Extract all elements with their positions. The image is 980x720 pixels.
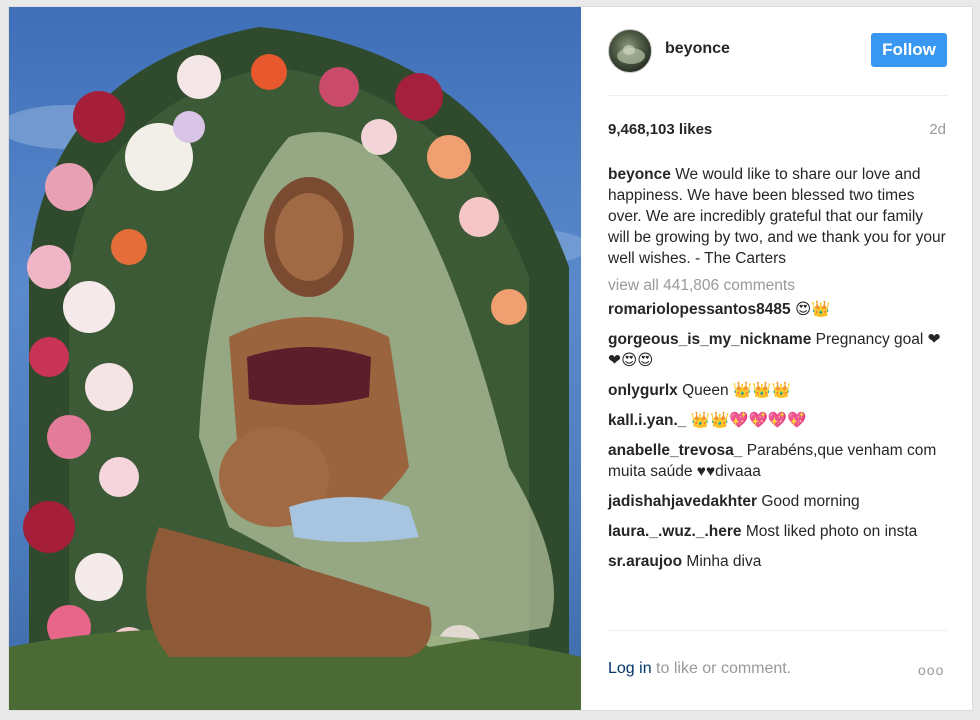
comment-item: sr.araujoo Minha diva: [608, 551, 946, 572]
comment-text: Minha diva: [686, 553, 762, 570]
comment-text: Good morning: [761, 493, 860, 510]
comment-item: anabelle_trevosa_ Parabéns,que venham co…: [608, 440, 946, 482]
comment-text: 😍👑: [794, 301, 831, 318]
footer-divider: [608, 630, 948, 631]
comments-section: beyonce We would like to share our love …: [608, 164, 946, 581]
comment-item: jadishahjavedakhter Good morning: [608, 491, 946, 512]
login-link[interactable]: Log in: [608, 660, 652, 677]
follow-button[interactable]: Follow: [871, 33, 947, 67]
more-options-icon[interactable]: ooo: [918, 662, 944, 678]
comment-item: kall.i.yan._ 👑👑💖💖💖💖: [608, 410, 946, 431]
post-age[interactable]: 2d: [929, 121, 946, 138]
comment-username[interactable]: kall.i.yan._: [608, 412, 686, 429]
comment-item: gorgeous_is_my_nickname Pregnancy goal ❤…: [608, 329, 946, 371]
caption: beyonce We would like to share our love …: [608, 164, 946, 269]
comment-username[interactable]: onlygurlx: [608, 382, 678, 399]
caption-username[interactable]: beyonce: [608, 166, 671, 183]
comment-item: romariolopessantos8485 😍👑: [608, 299, 946, 320]
header-divider: [608, 95, 948, 96]
view-all-comments-link[interactable]: view all 441,806 comments: [608, 275, 946, 296]
post-footer: Log in to like or comment. ooo: [581, 632, 972, 710]
comment-username[interactable]: anabelle_trevosa_: [608, 442, 742, 459]
comment-item: laura._.wuz._.here Most liked photo on i…: [608, 521, 946, 542]
post-photo[interactable]: [9, 7, 581, 710]
login-prompt: Log in to like or comment.: [608, 660, 791, 678]
username[interactable]: beyonce: [665, 40, 730, 58]
likes-count[interactable]: 9,468,103 likes: [608, 121, 712, 138]
comment-username[interactable]: romariolopessantos8485: [608, 301, 791, 318]
post-header: beyonce Follow: [581, 7, 972, 95]
comment-username[interactable]: sr.araujoo: [608, 553, 682, 570]
comment-username[interactable]: gorgeous_is_my_nickname: [608, 331, 811, 348]
comment-username[interactable]: jadishahjavedakhter: [608, 493, 757, 510]
login-prompt-text: to like or comment.: [651, 660, 792, 677]
post-sidebar: beyonce Follow 9,468,103 likes 2d beyonc…: [581, 7, 972, 710]
instagram-post-frame: beyonce Follow 9,468,103 likes 2d beyonc…: [8, 6, 973, 711]
comment-text: 👑👑💖💖💖💖: [690, 412, 807, 429]
avatar[interactable]: [608, 29, 652, 73]
comment-text: Queen 👑👑👑: [682, 382, 791, 399]
comment-item: onlygurlx Queen 👑👑👑: [608, 380, 946, 401]
comment-username[interactable]: laura._.wuz._.here: [608, 523, 742, 540]
comment-text: Most liked photo on insta: [745, 523, 918, 540]
